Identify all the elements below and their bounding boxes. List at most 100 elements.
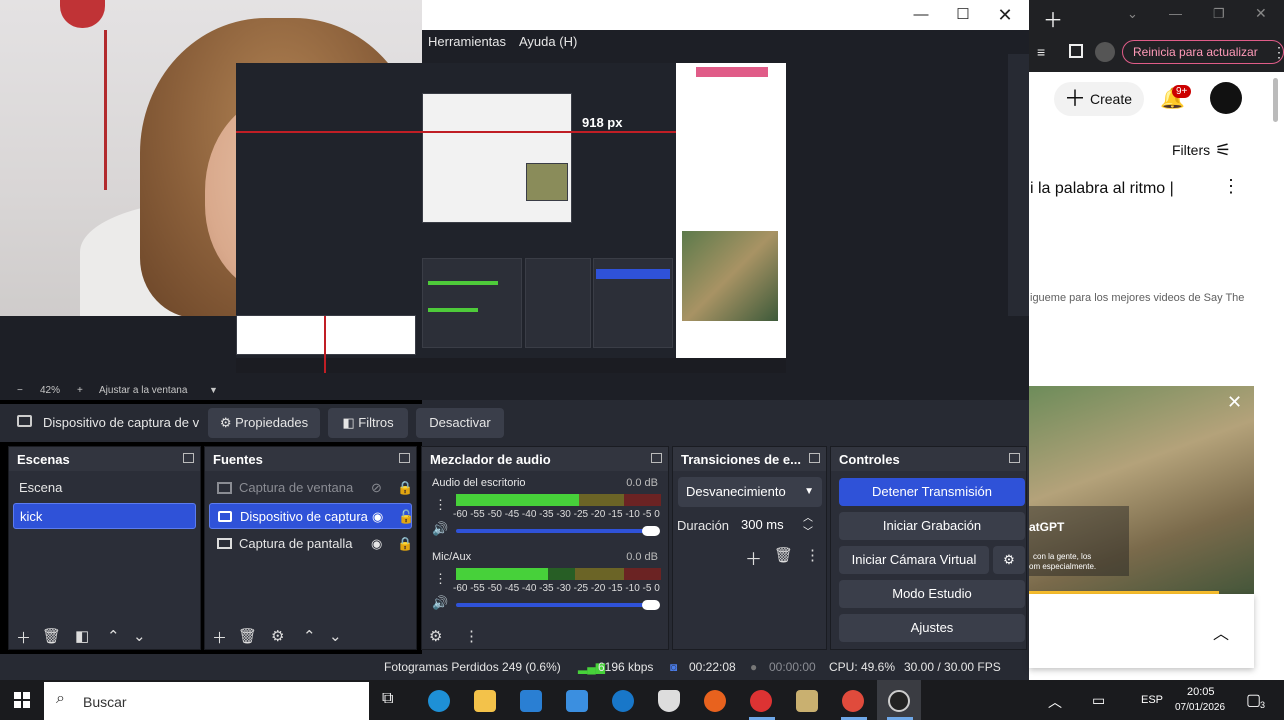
restore-icon[interactable]: ❐ — [1213, 6, 1225, 22]
scrollbar[interactable] — [1273, 78, 1278, 122]
close-icon[interactable]: ✕ — [1255, 5, 1267, 22]
filter-icon[interactable]: ◧ — [75, 627, 89, 645]
lock-icon[interactable]: 🔒 — [397, 531, 413, 557]
move-up-icon[interactable]: ⌃ — [107, 627, 120, 645]
move-up-icon[interactable]: ⌃ — [303, 627, 316, 645]
close-icon[interactable]: ✕ — [990, 4, 1020, 26]
deactivate-button[interactable]: Desactivar — [416, 408, 504, 438]
speaker-icon[interactable]: 🔊 — [432, 521, 448, 537]
properties-button[interactable]: ⚙ Propiedades — [208, 408, 320, 438]
undock-icon[interactable] — [651, 453, 662, 463]
chevron-down-icon[interactable]: ▼ — [209, 385, 218, 395]
chevron-up-icon[interactable]: ︿ — [1213, 620, 1229, 644]
chrome-icon[interactable] — [842, 690, 864, 712]
undock-icon[interactable] — [809, 453, 820, 463]
profile-avatar[interactable] — [1095, 42, 1115, 62]
virtual-camera-settings-button[interactable]: ⚙ — [993, 546, 1025, 574]
filters-icon[interactable]: ⚟ — [1215, 140, 1231, 161]
chevron-down-icon[interactable]: ⌄ — [1127, 6, 1138, 22]
language-indicator[interactable]: ESP — [1141, 694, 1163, 706]
eye-icon[interactable]: ◉ — [372, 504, 383, 530]
filters-label[interactable]: Filters — [1172, 142, 1210, 158]
filters-button[interactable]: ◧ Filtros — [328, 408, 408, 438]
undock-icon[interactable] — [183, 453, 194, 463]
source-item-capture-device[interactable]: Dispositivo de captura ◉ 🔓 — [209, 503, 414, 530]
start-icon[interactable] — [14, 692, 30, 708]
task-view-icon[interactable]: ⧉ — [382, 690, 393, 708]
kebab-menu-icon[interactable]: ⋮ — [464, 627, 479, 645]
notification-center-icon[interactable]: ▢ — [1246, 690, 1261, 710]
menu-tools[interactable]: Herramientas — [428, 34, 506, 49]
volume-slider[interactable] — [456, 529, 656, 533]
notepad-icon[interactable] — [796, 690, 818, 712]
advanced-audio-icon[interactable]: ⚙ — [429, 627, 442, 645]
trash-icon[interactable]: 🗑 — [42, 627, 61, 645]
firefox-icon[interactable] — [704, 690, 726, 712]
maximize-icon[interactable]: ☐ — [948, 4, 978, 26]
move-down-icon[interactable]: ⌄ — [133, 627, 146, 645]
speaker-icon[interactable]: 🔊 — [432, 595, 448, 611]
volume-slider[interactable] — [456, 603, 656, 607]
settings-button[interactable]: Ajustes — [839, 614, 1025, 642]
restart-to-update-button[interactable]: Reinicia para actualizar — [1122, 40, 1284, 64]
scene-item-escena[interactable]: Escena — [13, 475, 196, 501]
unlock-icon[interactable]: 🔓 — [398, 504, 414, 530]
internet-explorer-icon[interactable] — [612, 690, 634, 712]
minimize-icon[interactable]: — — [1169, 6, 1182, 21]
gear-icon[interactable]: ⚙ — [271, 627, 284, 645]
source-item-display-capture[interactable]: Captura de pantalla ◉ 🔒 — [209, 531, 413, 557]
transition-select[interactable]: Desvanecimiento ▼ — [678, 477, 822, 507]
kebab-menu-icon[interactable]: ⋮ — [434, 497, 447, 513]
trash-icon[interactable]: 🗑 — [238, 627, 257, 645]
kebab-menu-icon[interactable]: ⋮ — [805, 546, 820, 564]
reading-list-icon[interactable]: ≡ — [1037, 44, 1045, 60]
undock-icon[interactable] — [399, 453, 410, 463]
trash-icon[interactable]: 🗑 — [774, 546, 793, 564]
store-icon[interactable] — [520, 690, 542, 712]
zoom-out-button[interactable]: − — [17, 385, 23, 396]
start-virtual-camera-button[interactable]: Iniciar Cámara Virtual — [839, 546, 989, 574]
kebab-menu-icon[interactable]: ⋮ — [434, 571, 447, 587]
eye-hidden-icon[interactable]: ⊘ — [371, 475, 382, 501]
clock-time[interactable]: 20:05 — [1187, 686, 1215, 698]
add-icon[interactable]: ＋ — [212, 627, 227, 648]
lock-icon[interactable]: 🔒 — [397, 475, 413, 501]
volume-knob[interactable] — [642, 526, 660, 536]
video-title[interactable]: i la palabra al ritmo | — [1030, 180, 1174, 198]
account-avatar[interactable] — [1210, 82, 1242, 114]
create-button[interactable]: ＋ Create — [1054, 82, 1144, 116]
chevron-down-icon[interactable]: ﹀ — [803, 519, 813, 547]
new-tab-icon[interactable]: ＋ — [1043, 4, 1063, 33]
kebab-menu-icon[interactable]: ⋮ — [1222, 176, 1240, 197]
zoom-in-button[interactable]: + — [77, 385, 83, 396]
studio-mode-button[interactable]: Modo Estudio — [839, 580, 1025, 608]
chrome-icon[interactable] — [750, 690, 772, 712]
edge-icon[interactable] — [428, 690, 450, 712]
taskbar-search[interactable]: ⌕ Buscar — [44, 682, 369, 720]
close-icon[interactable]: ✕ — [1227, 392, 1242, 413]
ad-video[interactable]: ✕ atGPT con la gente, los om especialmen… — [1029, 386, 1254, 594]
zoom-fit-dropdown[interactable]: Ajustar a la ventana — [99, 385, 187, 396]
start-recording-button[interactable]: Iniciar Grabación — [839, 512, 1025, 540]
volume-knob[interactable] — [642, 600, 660, 610]
chevron-up-icon[interactable]: ︿ — [1048, 692, 1062, 712]
scene-item-kick[interactable]: kick — [13, 503, 196, 529]
battery-icon[interactable]: ▭ — [1092, 692, 1105, 709]
security-shield-icon[interactable] — [658, 690, 680, 712]
eye-icon[interactable]: ◉ — [371, 531, 382, 557]
duration-stepper[interactable]: 300 ms ︿ ﹀ — [735, 511, 819, 539]
stop-stream-button[interactable]: Detener Transmisión — [839, 478, 1025, 506]
obs-icon[interactable] — [888, 690, 910, 712]
move-down-icon[interactable]: ⌄ — [329, 627, 342, 645]
menu-help[interactable]: Ayuda (H) — [519, 34, 577, 49]
minimize-icon[interactable]: — — [906, 4, 936, 26]
add-icon[interactable]: ＋ — [16, 627, 31, 648]
source-item-window-capture[interactable]: Captura de ventana ⊘ 🔒 — [209, 475, 413, 501]
obs-preview[interactable]: 918 px — [236, 63, 786, 373]
mail-icon[interactable] — [566, 690, 588, 712]
add-icon[interactable]: ＋ — [745, 545, 762, 570]
clock-date[interactable]: 07/01/2026 — [1175, 702, 1225, 713]
undock-icon[interactable] — [1009, 453, 1020, 463]
sidebar-icon[interactable] — [1069, 44, 1083, 58]
file-explorer-icon[interactable] — [474, 690, 496, 712]
